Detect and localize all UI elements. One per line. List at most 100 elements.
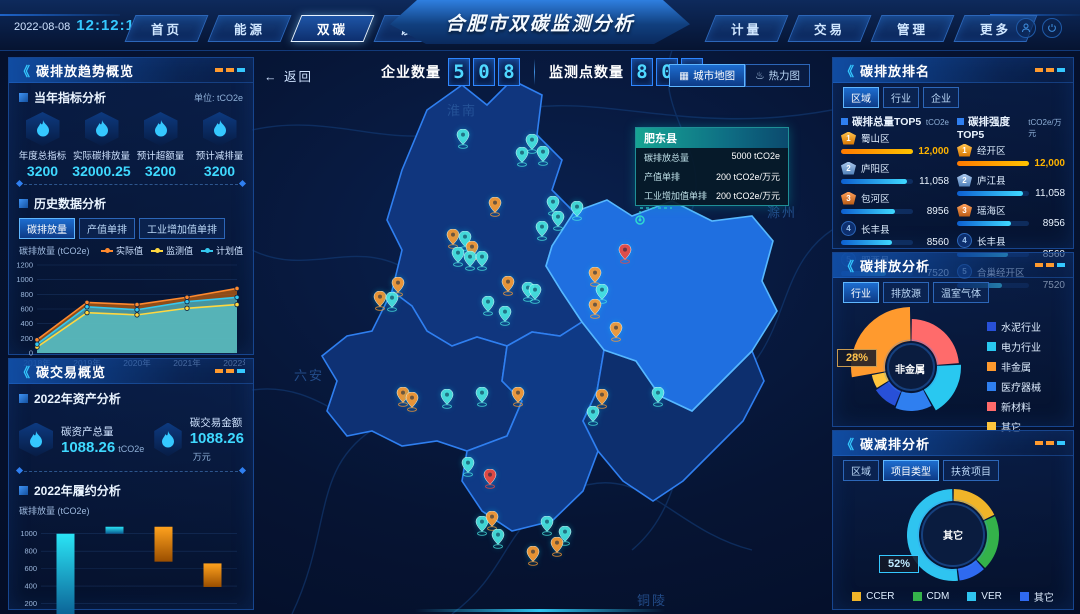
bar-CCER购买总量[interactable]	[204, 563, 222, 587]
subtab-排放源[interactable]: 排放源	[883, 282, 929, 303]
bar-国家发放配额[interactable]	[106, 527, 124, 534]
location-pin-icon[interactable]	[651, 387, 665, 412]
location-pin-icon[interactable]	[588, 299, 602, 324]
point[interactable]	[35, 338, 39, 342]
location-pin-icon[interactable]	[481, 296, 495, 321]
header-deco	[0, 14, 120, 16]
nav-tab-首页[interactable]: 首页	[125, 15, 209, 42]
location-pin-icon[interactable]	[475, 387, 489, 412]
map-button-热力图[interactable]: ♨热力图	[745, 64, 810, 87]
location-pin-icon[interactable]	[535, 221, 549, 246]
rank-bar	[957, 161, 1029, 166]
legend-item-CDM[interactable]: CDM	[913, 589, 950, 604]
point[interactable]	[235, 286, 239, 290]
location-pin-icon[interactable]	[501, 276, 515, 301]
location-pin-icon[interactable]	[511, 387, 525, 412]
legend-swatch	[967, 592, 976, 601]
legend-item-非金属[interactable]: 非金属	[987, 359, 1041, 374]
location-pin-icon[interactable]	[526, 546, 540, 571]
legend-item-医疗器械[interactable]: 医疗器械	[987, 379, 1041, 394]
nav-tab-计量[interactable]: 计量	[705, 15, 789, 42]
flame-icon-wrap	[144, 112, 178, 146]
point[interactable]	[135, 302, 139, 306]
rank-bar	[957, 191, 1023, 196]
y-axis-label: 碳排放量 (tCO2e)	[19, 244, 90, 257]
legend-item-电力行业[interactable]: 电力行业	[987, 339, 1041, 354]
legend-item-新材料[interactable]: 新材料	[987, 399, 1041, 414]
subtab-区域[interactable]: 区域	[843, 460, 879, 481]
nav-tab-交易[interactable]: 交易	[788, 15, 872, 42]
location-pin-icon[interactable]	[536, 146, 550, 171]
point[interactable]	[35, 342, 39, 346]
unit-label: 单位: tCO2e	[194, 91, 243, 104]
location-pin-icon[interactable]	[550, 537, 564, 562]
location-pin-icon[interactable]	[528, 284, 542, 309]
map-button-城市地图[interactable]: ▦城市地图	[669, 64, 745, 87]
bar-配额交易量[interactable]	[155, 527, 173, 562]
location-pin-icon[interactable]	[570, 201, 584, 226]
location-pin-icon[interactable]	[491, 529, 505, 554]
rank-row: 3瑶海区8956	[957, 203, 1065, 229]
nav-tab-能源[interactable]: 能源	[208, 15, 292, 42]
subtab-项目类型[interactable]: 项目类型	[883, 460, 939, 481]
location-pin-icon[interactable]	[609, 322, 623, 347]
subtab-行业[interactable]: 行业	[883, 87, 919, 108]
subtab-产值单排[interactable]: 产值单排	[79, 218, 135, 239]
subtab-温室气体[interactable]: 温室气体	[933, 282, 989, 303]
nav-tab-管理[interactable]: 管理	[871, 15, 955, 42]
point[interactable]	[235, 302, 239, 306]
legend-item-VER[interactable]: VER	[967, 589, 1002, 604]
legend-item-实际值[interactable]: 实际值	[101, 244, 143, 257]
point[interactable]	[85, 300, 89, 304]
legend-item-CCER[interactable]: CCER	[852, 589, 894, 604]
power-icon[interactable]	[1042, 18, 1062, 38]
point[interactable]	[135, 308, 139, 312]
location-pin-icon[interactable]	[483, 469, 497, 494]
subtab-企业[interactable]: 企业	[923, 87, 959, 108]
location-pin-icon[interactable]	[488, 197, 502, 222]
map-city-label: 铜陵	[637, 590, 667, 609]
back-button[interactable]: ← 返回	[264, 66, 313, 85]
point[interactable]	[235, 295, 239, 299]
bar-碳排放总量[interactable]	[57, 534, 75, 614]
location-pin-icon[interactable]	[405, 392, 419, 417]
panel-emission-analysis-header: 《 碳排放分析	[833, 253, 1073, 278]
location-pin-icon[interactable]	[461, 457, 475, 482]
point[interactable]	[185, 299, 189, 303]
flame-icon-wrap	[154, 423, 181, 457]
point[interactable]	[85, 310, 89, 314]
point[interactable]	[185, 306, 189, 310]
location-pin-icon[interactable]	[475, 251, 489, 276]
rank-medal-icon: 1	[841, 132, 856, 145]
subtab-区域[interactable]: 区域	[843, 87, 879, 108]
trend-tabs: 碳排放量产值单排工业增加值单排	[9, 214, 253, 241]
location-pin-icon[interactable]	[551, 211, 565, 236]
location-pin-icon[interactable]	[456, 129, 470, 154]
subtab-碳排放量[interactable]: 碳排放量	[19, 218, 75, 239]
location-pin-icon[interactable]	[440, 389, 454, 414]
corner-deco	[215, 369, 245, 373]
legend-item-其它[interactable]: 其它	[1020, 589, 1054, 604]
map-city-label: 淮南	[447, 100, 477, 119]
subtab-行业[interactable]: 行业	[843, 282, 879, 303]
location-pin-icon[interactable]	[586, 406, 600, 431]
corner-deco	[1035, 441, 1065, 445]
point[interactable]	[185, 295, 189, 299]
rank-value: 12,000	[918, 146, 949, 157]
location-pin-icon[interactable]	[618, 244, 632, 269]
point[interactable]	[85, 305, 89, 309]
panel-reduction-analysis: 《 碳减排分析 区域项目类型扶贫项目 52% 其它 CCERCDMVER其它	[832, 430, 1074, 610]
point[interactable]	[135, 313, 139, 317]
location-pin-icon[interactable]	[498, 306, 512, 331]
donut-center-label: 非金属	[895, 361, 925, 376]
location-pin-icon[interactable]	[515, 147, 529, 172]
location-pin-icon[interactable]	[385, 292, 399, 317]
nav-tab-label: 计量	[731, 19, 762, 38]
legend-item-监测值[interactable]: 监测值	[151, 244, 193, 257]
legend-item-水泥行业[interactable]: 水泥行业	[987, 319, 1041, 334]
subtab-工业增加值单排[interactable]: 工业增加值单排	[139, 218, 225, 239]
user-icon[interactable]	[1016, 18, 1036, 38]
nav-tab-双碳[interactable]: 双碳	[291, 15, 375, 42]
legend-item-计划值[interactable]: 计划值	[201, 244, 243, 257]
subtab-扶贫项目[interactable]: 扶贫项目	[943, 460, 999, 481]
